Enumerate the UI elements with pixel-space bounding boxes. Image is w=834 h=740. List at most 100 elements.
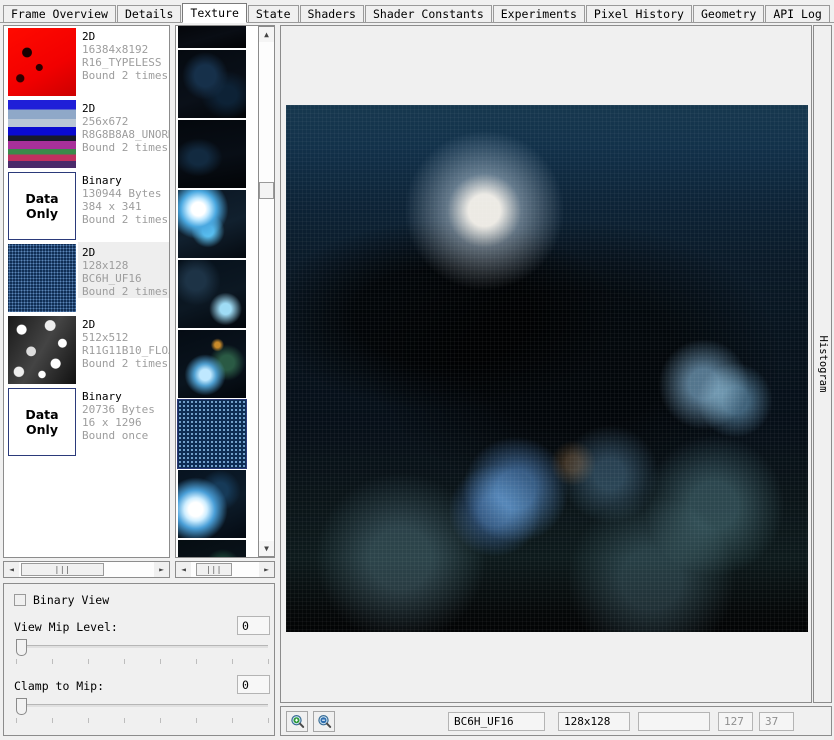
tab-geometry[interactable]: Geometry <box>692 5 765 22</box>
view-mip-tick <box>16 659 17 664</box>
zoom-out-button[interactable] <box>313 711 335 732</box>
view-mip-slider-thumb[interactable] <box>16 639 27 656</box>
texture-size: 20736 Bytes <box>82 403 155 416</box>
view-mip-tick <box>232 659 233 664</box>
binary-view-checkbox[interactable] <box>14 594 26 606</box>
texture-kind: 2D <box>82 246 96 259</box>
binary-view-label: Binary View <box>33 593 110 607</box>
view-mip-tick <box>196 659 197 664</box>
data-only-line1: Data <box>25 407 59 422</box>
clamp-mip-slider-ticks <box>16 718 269 726</box>
tab-shader-constants[interactable]: Shader Constants <box>364 5 492 22</box>
texture-preview-image[interactable] <box>286 105 808 632</box>
view-mip-level-slider[interactable] <box>16 637 269 664</box>
texture-resource-list[interactable]: 2D 16384x8192 R16_TYPELESS Bound 2 times 2D 2… <box>3 25 170 558</box>
thumb-scroll-thumb[interactable]: ||| <box>196 563 232 576</box>
texture-viewer-panel[interactable] <box>280 25 812 703</box>
zoom-in-button[interactable] <box>286 711 308 732</box>
status-coord-y-field[interactable]: 37 <box>759 712 794 731</box>
texture-list-item[interactable]: Data Only Binary 20736 Bytes 16 x 1296 Bound … <box>4 386 169 458</box>
zoom-in-icon <box>290 714 304 728</box>
clamp-mip-slider-thumb[interactable] <box>16 698 27 715</box>
thumb-scroll-right-button[interactable]: ► <box>259 562 274 577</box>
texture-size: 128x128 <box>82 259 129 272</box>
scroll-down-button[interactable]: ▼ <box>259 541 274 556</box>
status-dimensions-field[interactable]: 128x128 <box>558 712 630 731</box>
scroll-thumb-vertical[interactable] <box>259 182 274 199</box>
clamp-mip-tick <box>196 718 197 723</box>
texture-size: 512x512 <box>82 331 129 344</box>
texture-thumbnail-ui-atlas-texture[interactable] <box>8 100 76 168</box>
data-only-line2: Only <box>26 206 58 221</box>
thumbnail-5[interactable] <box>178 260 246 328</box>
texture-list-item[interactable]: 2D 256x672 R8G8B8A8_UNORM Bound 2 times <box>4 98 169 170</box>
scroll-thumb[interactable]: ||| <box>21 563 104 576</box>
tab-frame-overview[interactable]: Frame Overview <box>3 5 116 22</box>
texture-list-item[interactable]: 2D512x512R11G11B10_FLOATBound 2 times <box>4 314 169 386</box>
status-coord-x-field[interactable]: 127 <box>718 712 753 731</box>
texture-debugger-window: Frame Overview Details Texture State Shaders… <box>0 0 834 740</box>
histogram-label-text: Histogram <box>816 335 829 393</box>
thumbnail-7[interactable] <box>177 399 247 469</box>
texture-thumbnail-data-only[interactable]: Data Only <box>8 172 76 240</box>
texture-kind: 2D <box>82 102 96 115</box>
scroll-left-button[interactable]: ◄ <box>4 562 19 577</box>
texture-format: 16 x 1296 <box>82 416 142 429</box>
tab-texture[interactable]: Texture <box>182 3 247 23</box>
tab-pixel-history[interactable]: Pixel History <box>585 5 692 22</box>
zoom-out-icon <box>317 714 331 728</box>
clamp-mip-slider-track[interactable] <box>16 704 268 707</box>
thumbnail-6[interactable] <box>178 330 246 398</box>
texture-list-item[interactable]: 2D 16384x8192 R16_TYPELESS Bound 2 times <box>4 26 169 98</box>
texture-format: R16_TYPELESS <box>82 56 162 69</box>
texture-format: R8G8B8A8_UNORM <box>82 128 170 141</box>
status-format-field[interactable]: BC6H_UF16 <box>448 712 545 731</box>
texture-thumbnail-blue-dot-texture[interactable] <box>8 244 76 312</box>
tab-shaders[interactable]: Shaders <box>299 5 364 22</box>
view-mip-level-value[interactable]: 0 <box>237 616 270 635</box>
texture-kind: 2D <box>82 30 96 43</box>
scroll-track-vertical[interactable] <box>259 42 274 541</box>
clamp-to-mip-value[interactable]: 0 <box>237 675 270 694</box>
view-mip-slider-track[interactable] <box>16 645 268 648</box>
thumbnail-9[interactable] <box>178 540 246 557</box>
texture-thumbnail-data-only[interactable]: Data Only <box>8 388 76 456</box>
texture-status-bar: BC6H_UF16 128x128 127 37 <box>280 706 832 736</box>
tab-experiments[interactable]: Experiments <box>492 5 585 22</box>
tab-details[interactable]: Details <box>116 5 182 22</box>
scroll-up-button[interactable]: ▲ <box>259 27 274 42</box>
thumb-scroll-left-button[interactable]: ◄ <box>176 562 191 577</box>
clamp-to-mip-slider[interactable] <box>16 696 269 723</box>
thumbnail-strip-hscrollbar[interactable]: ◄ ||| ► <box>175 561 275 578</box>
texture-bind-count: Bound 2 times <box>82 69 169 82</box>
histogram-side-tab[interactable]: Histogram <box>813 25 832 703</box>
texture-size: 130944 Bytes <box>82 187 162 200</box>
scroll-track[interactable]: ||| <box>19 562 154 577</box>
thumbnail-1[interactable] <box>178 26 246 48</box>
thumbnail-3[interactable] <box>178 120 246 188</box>
thumbnail-2[interactable] <box>178 50 246 118</box>
status-extra-field[interactable] <box>638 712 710 731</box>
texture-list-item[interactable]: Data Only Binary 130944 Bytes 384 x 341 Bound… <box>4 170 169 242</box>
texture-size: 256x672 <box>82 115 129 128</box>
binary-view-row[interactable]: Binary View <box>14 593 109 607</box>
scroll-right-button[interactable]: ► <box>154 562 169 577</box>
tab-api-log[interactable]: API Log <box>765 5 830 22</box>
clamp-to-mip-label: Clamp to Mip: <box>14 679 105 693</box>
view-mip-tick <box>52 659 53 664</box>
texture-list-hscrollbar[interactable]: ◄ ||| ► <box>3 561 170 578</box>
texture-info: 2D 256x672 R8G8B8A8_UNORM Bound 2 times <box>78 98 170 154</box>
texture-format: 384 x 341 <box>82 200 142 213</box>
data-only-line1: Data <box>25 191 59 206</box>
texture-thumbnail-noise-texture[interactable] <box>8 316 76 384</box>
texture-bind-count: Bound 2 times <box>82 213 169 226</box>
thumbnail-4[interactable] <box>178 190 246 258</box>
thumb-scroll-track[interactable]: ||| <box>191 562 259 577</box>
clamp-mip-tick <box>124 718 125 723</box>
texture-list-items: 2D 16384x8192 R16_TYPELESS Bound 2 times 2D 2… <box>4 26 169 458</box>
texture-thumbnail-red-texture[interactable] <box>8 28 76 96</box>
thumbnail-8[interactable] <box>178 470 246 538</box>
tab-state[interactable]: State <box>247 5 299 22</box>
texture-list-item[interactable]: 2D 128x128 BC6H_UF16 Bound 2 times <box>4 242 169 314</box>
thumbnail-strip-vscrollbar[interactable]: ▲ ▼ <box>258 26 275 557</box>
